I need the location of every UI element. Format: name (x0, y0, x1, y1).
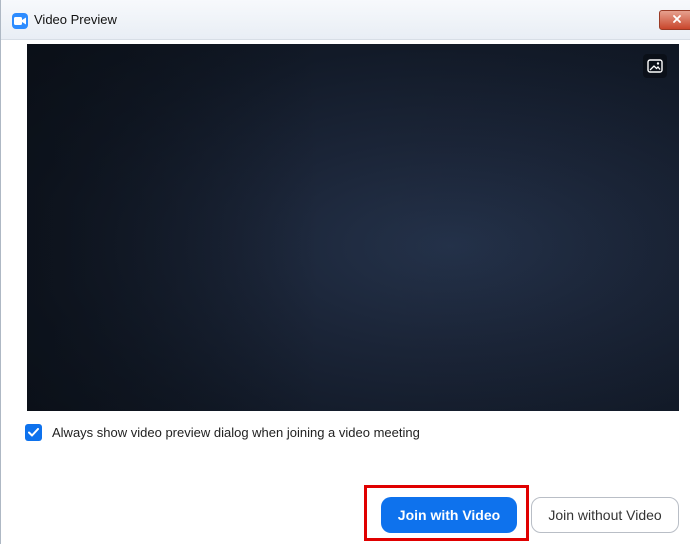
video-camera-icon (12, 13, 28, 29)
close-icon (673, 15, 681, 23)
close-button[interactable] (659, 10, 690, 30)
preview-shade (27, 44, 679, 411)
title-bar[interactable]: Video Preview (1, 0, 690, 40)
join-without-video-button[interactable]: Join without Video (531, 497, 679, 533)
always-show-preview-checkbox[interactable] (25, 423, 42, 441)
background-filter-button[interactable] (643, 54, 667, 78)
image-background-icon (647, 59, 663, 73)
always-show-preview-label[interactable]: Always show video preview dialog when jo… (52, 425, 420, 440)
always-show-preview-option[interactable]: Always show video preview dialog when jo… (25, 422, 420, 442)
join-with-video-button[interactable]: Join with Video (381, 497, 517, 533)
video-preview (27, 44, 679, 411)
video-preview-window: Video Preview Always show video preview … (0, 0, 690, 544)
window-title: Video Preview (34, 12, 117, 27)
checkmark-icon (28, 427, 39, 436)
